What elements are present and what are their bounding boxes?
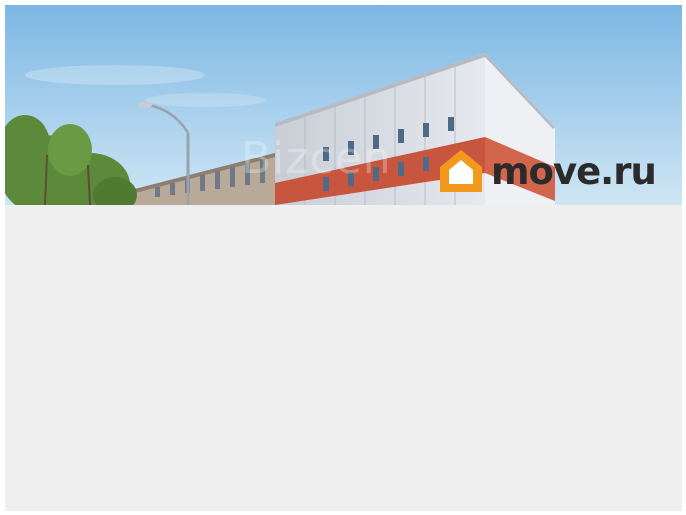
house-logo-icon <box>440 150 482 192</box>
watermark-text: Bizcen <box>241 133 392 184</box>
brand-logo[interactable]: move.ru <box>437 145 657 197</box>
image-frame: Bizcen move.ru <box>5 5 682 511</box>
empty-content-area <box>5 205 682 511</box>
brand-name: move.ru <box>491 149 657 193</box>
